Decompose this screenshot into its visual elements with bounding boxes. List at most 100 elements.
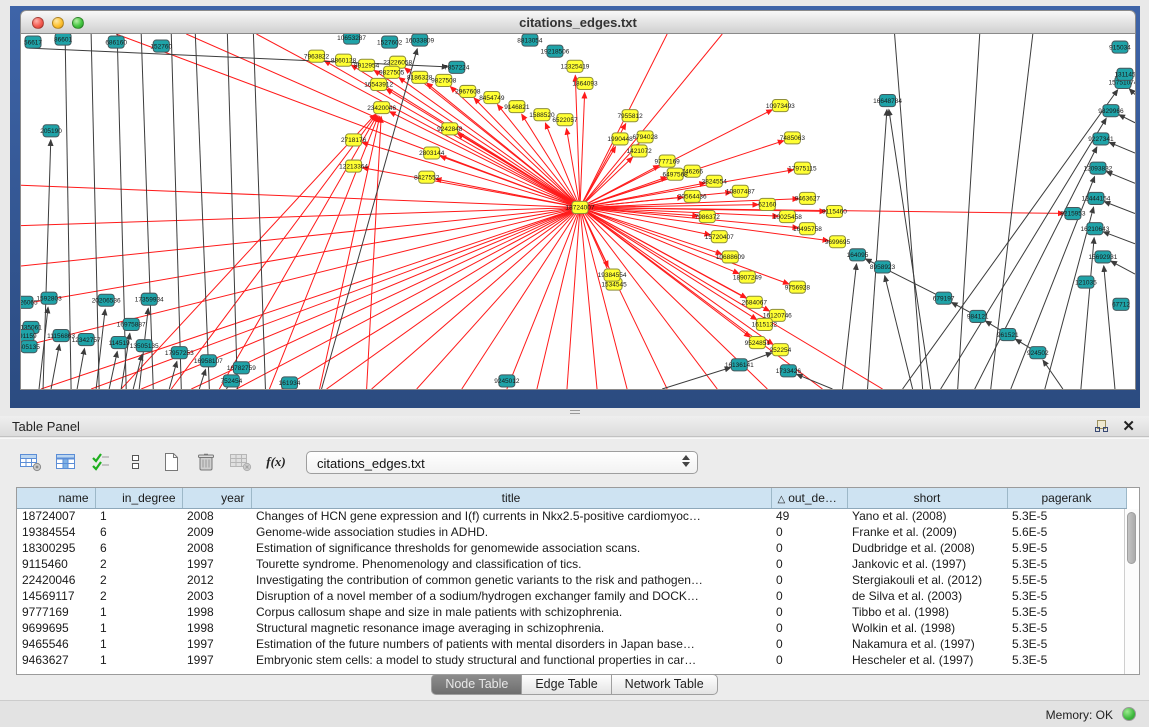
column-header-title[interactable]: title — [251, 488, 771, 508]
table-cell[interactable]: 1 — [95, 604, 182, 620]
network-window-titlebar[interactable]: citations_edges.txt — [20, 10, 1136, 34]
table-cell[interactable]: Estimation of significance thresholds fo… — [251, 540, 771, 556]
close-panel-icon[interactable]: ✕ — [1122, 417, 1135, 435]
network-edge[interactable] — [868, 110, 887, 389]
table-row[interactable]: 946362711997Embryonic stem cells: a mode… — [17, 652, 1126, 668]
table-scrollbar[interactable] — [1124, 509, 1139, 674]
close-button[interactable] — [32, 17, 44, 29]
network-edge[interactable] — [281, 207, 580, 389]
network-edge[interactable] — [195, 34, 209, 389]
select-column-icon[interactable] — [53, 450, 79, 474]
table-cell[interactable]: 0 — [771, 636, 847, 652]
tab-edge-table[interactable]: Edge Table — [521, 674, 611, 695]
table-cell[interactable]: 1998 — [182, 604, 251, 620]
table-cell[interactable]: Disruption of a novel member of a sodium… — [251, 588, 771, 604]
table-cell[interactable]: Tibbo et al. (1998) — [847, 604, 1007, 620]
network-edge[interactable] — [1129, 89, 1135, 95]
network-edge[interactable] — [117, 34, 126, 389]
table-cell[interactable]: 5.3E-5 — [1007, 588, 1126, 604]
table-cell[interactable]: 5.3E-5 — [1007, 636, 1126, 652]
column-header-pagerank[interactable]: pagerank — [1007, 488, 1126, 508]
function-builder-icon[interactable]: f(x) — [263, 450, 289, 474]
column-header-year[interactable]: year — [182, 488, 251, 508]
row-height-icon[interactable] — [123, 450, 149, 474]
network-edge[interactable] — [580, 207, 597, 389]
table-row[interactable]: 2242004622012Investigating the contribut… — [17, 572, 1126, 588]
table-cell[interactable]: Structural magnetic resonance image aver… — [251, 620, 771, 636]
table-cell[interactable]: Estimation of the future numbers of pati… — [251, 636, 771, 652]
table-cell[interactable]: 5.3E-5 — [1007, 508, 1126, 524]
table-cell[interactable]: Corpus callosum shape and size in male p… — [251, 604, 771, 620]
network-edge[interactable] — [1109, 142, 1135, 153]
network-edge[interactable] — [199, 369, 205, 389]
table-cell[interactable]: 9115460 — [17, 556, 95, 572]
network-edge[interactable] — [191, 207, 580, 389]
table-cell[interactable]: 9699695 — [17, 620, 95, 636]
table-cell[interactable]: Changes of HCN gene expression and I(f) … — [251, 508, 771, 524]
table-row[interactable]: 1456911722003Disruption of a novel membe… — [17, 588, 1126, 604]
table-cell[interactable]: 1997 — [182, 652, 251, 668]
network-edge[interactable] — [236, 207, 580, 389]
table-row[interactable]: 1830029562008Estimation of significance … — [17, 540, 1126, 556]
table-cell[interactable]: Genome-wide association studies in ADHD. — [251, 524, 771, 540]
table-row[interactable]: 969969511998Structural magnetic resonanc… — [17, 620, 1126, 636]
delete-table-icon[interactable] — [193, 450, 219, 474]
table-row[interactable]: 946554611997Estimation of the future num… — [17, 636, 1126, 652]
table-cell[interactable]: 1997 — [182, 556, 251, 572]
network-edge[interactable] — [1103, 232, 1135, 244]
table-cell[interactable]: Yano et al. (2008) — [847, 508, 1007, 524]
table-settings-icon[interactable] — [18, 450, 44, 474]
network-edge[interactable] — [1106, 172, 1135, 184]
table-cell[interactable]: 2008 — [182, 508, 251, 524]
table-cell[interactable]: 2009 — [182, 524, 251, 540]
network-edge[interactable] — [1045, 207, 1094, 389]
network-edge[interactable] — [372, 207, 580, 389]
network-edge[interactable] — [21, 207, 580, 346]
table-row[interactable]: 1938455462009Genome-wide association stu… — [17, 524, 1126, 540]
network-edge[interactable] — [269, 116, 378, 389]
network-edge[interactable] — [580, 207, 717, 389]
table-cell[interactable]: 49 — [771, 508, 847, 524]
table-cell[interactable]: Franke et al. (2009) — [847, 524, 1007, 540]
network-edge[interactable] — [580, 207, 627, 389]
table-cell[interactable]: 1 — [95, 508, 182, 524]
table-row[interactable]: 977716911998Corpus callosum shape and si… — [17, 604, 1126, 620]
network-edge[interactable] — [21, 207, 580, 304]
table-cell[interactable]: 18300295 — [17, 540, 95, 556]
table-cell[interactable]: Nakamura et al. (1997) — [847, 636, 1007, 652]
column-header-out_de[interactable]: △out_de… — [771, 488, 847, 508]
table-cell[interactable]: 0 — [771, 620, 847, 636]
scrollbar-thumb[interactable] — [1127, 512, 1136, 564]
table-cell[interactable]: 0 — [771, 604, 847, 620]
column-header-short[interactable]: short — [847, 488, 1007, 508]
table-cell[interactable]: 1 — [95, 652, 182, 668]
table-cell[interactable]: 0 — [771, 540, 847, 556]
network-edge[interactable] — [77, 349, 84, 389]
table-cell[interactable]: 1 — [95, 636, 182, 652]
network-edge[interactable] — [51, 344, 59, 389]
table-cell[interactable]: 18724007 — [17, 508, 95, 524]
network-edge[interactable] — [91, 207, 580, 389]
table-cell[interactable]: Dudbridge et al. (2008) — [847, 540, 1007, 556]
panel-splitter[interactable] — [0, 408, 1149, 416]
table-row[interactable]: 1872400712008Changes of HCN gene express… — [17, 508, 1126, 524]
select-rows-icon[interactable] — [88, 450, 114, 474]
network-canvas[interactable]: 1872400779638228860128891295423226058982… — [20, 34, 1136, 390]
table-cell[interactable]: 14569117 — [17, 588, 95, 604]
table-cell[interactable]: 2 — [95, 556, 182, 572]
table-cell[interactable]: 22420046 — [17, 572, 95, 588]
network-edge[interactable] — [21, 185, 580, 207]
table-row[interactable]: 911546021997Tourette syndrome. Phenomeno… — [17, 556, 1126, 572]
network-edge[interactable] — [797, 374, 833, 389]
table-cell[interactable]: 9463627 — [17, 652, 95, 668]
network-edge[interactable] — [227, 34, 237, 389]
table-cell[interactable]: 5.5E-5 — [1007, 572, 1126, 588]
table-cell[interactable]: Embryonic stem cells: a model to study s… — [251, 652, 771, 668]
table-cell[interactable]: Jankovic et al. (1997) — [847, 556, 1007, 572]
network-edge[interactable] — [367, 117, 382, 389]
table-cell[interactable]: 9777169 — [17, 604, 95, 620]
table-cell[interactable]: 5.3E-5 — [1007, 556, 1126, 572]
network-edge[interactable] — [141, 34, 153, 389]
table-cell[interactable]: Investigating the contribution of common… — [251, 572, 771, 588]
tab-node-table[interactable]: Node Table — [431, 674, 522, 695]
